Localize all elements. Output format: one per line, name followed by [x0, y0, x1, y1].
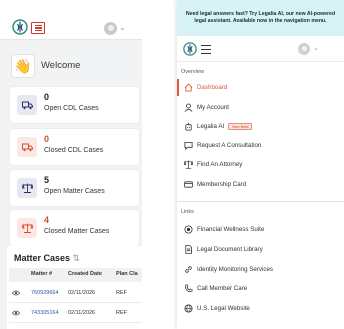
- matter-cases-title: Matter Cases: [14, 253, 71, 263]
- user-icon: [184, 103, 193, 112]
- hamburger-menu-icon[interactable]: [201, 45, 211, 54]
- eye-icon[interactable]: [12, 289, 20, 297]
- column-header[interactable]: Created Date: [68, 271, 102, 277]
- card-count: 0: [44, 134, 50, 144]
- nav-label: Membership Card: [197, 181, 247, 188]
- card-icon: [184, 181, 193, 188]
- scales-icon: [184, 160, 193, 169]
- nav-label: Dashboard: [197, 84, 228, 91]
- card-label: Open Matter Cases: [44, 188, 105, 195]
- brand-logo-icon[interactable]: [12, 19, 28, 35]
- nav-item-my-account[interactable]: My Account: [177, 99, 344, 116]
- top-bar: ⌄: [0, 0, 142, 40]
- nav-item-membership-card[interactable]: Membership Card: [177, 176, 344, 193]
- scales-icon: [17, 178, 37, 198]
- section-title: Matter Cases ⇅: [14, 253, 80, 264]
- divider: [177, 201, 344, 202]
- sort-icon[interactable]: ⇅: [73, 253, 81, 263]
- new-beta-badge: New Beta: [228, 123, 253, 130]
- card-label: Closed CDL Cases: [44, 147, 104, 154]
- scales-icon: [17, 218, 37, 238]
- nav-label: Call Member Care: [197, 285, 248, 292]
- plan-class: REF: [116, 290, 127, 296]
- nav-label: U.S. Legal Website: [197, 305, 250, 312]
- welcome-header: 👋 Welcome: [11, 54, 141, 78]
- card-count: 0: [44, 92, 50, 102]
- link-icon: [185, 266, 192, 273]
- chat-icon: [184, 141, 193, 150]
- eye-icon[interactable]: [12, 309, 20, 317]
- created-date: 02/11/2026: [68, 310, 96, 316]
- nav-item-dashboard[interactable]: Dashboard: [177, 79, 344, 96]
- active-indicator: [177, 79, 179, 96]
- table-row[interactable]: 743305164 02/11/2026 REF: [9, 304, 142, 323]
- nav-item-call-member-care[interactable]: Call Member Care: [177, 280, 344, 297]
- hamburger-menu-icon[interactable]: [31, 22, 45, 34]
- column-header[interactable]: Plan Cla: [116, 271, 138, 277]
- globe-icon: [184, 304, 193, 313]
- chevron-down-icon[interactable]: ⌄: [119, 23, 126, 32]
- column-header[interactable]: Matter #: [31, 271, 52, 277]
- nav-item-legalia-ai[interactable]: Legalia AI New Beta: [177, 118, 344, 135]
- closed-matter-cases-card[interactable]: 4 Closed Matter Cases: [10, 210, 139, 246]
- coin-icon: [184, 225, 193, 234]
- waving-hand-icon: 👋: [11, 54, 35, 78]
- legalia-promo-banner[interactable]: Need legal answers fast? Try Legalia AI,…: [177, 0, 344, 36]
- nav-label: Identity Monitoring Services: [197, 266, 274, 273]
- avatar[interactable]: [298, 43, 310, 55]
- open-matter-cases-card[interactable]: 5 Open Matter Cases: [10, 170, 139, 206]
- document-icon: [185, 245, 192, 254]
- card-label: Closed Matter Cases: [44, 228, 110, 235]
- navigation-drawer: Need legal answers fast? Try Legalia AI,…: [177, 0, 344, 329]
- nav-item-identity-monitoring[interactable]: Identity Monitoring Services: [177, 261, 344, 278]
- nav-item-us-legal-website[interactable]: U.S. Legal Website: [177, 300, 344, 317]
- nav-item-financial-wellness[interactable]: Financial Wellness Suite: [177, 221, 344, 238]
- plan-class: REF: [116, 310, 127, 316]
- section-label-links: Links: [181, 209, 194, 215]
- created-date: 02/11/2026: [68, 290, 96, 296]
- table-row[interactable]: 760929664 02/11/2026 REF: [9, 284, 142, 303]
- banner-text: Need legal answers fast? Try Legalia AI,…: [185, 11, 336, 24]
- chevron-down-icon[interactable]: ⌄: [313, 44, 319, 52]
- open-cdl-cases-card[interactable]: 0 Open CDL Cases: [10, 87, 139, 123]
- nav-item-request-consultation[interactable]: Request A Consultation: [177, 137, 344, 154]
- home-icon: [184, 83, 193, 92]
- matter-cases-table: Matter Cases ⇅ Matter # Created Date Pla…: [7, 246, 142, 329]
- matter-number-link[interactable]: 743305164: [31, 310, 59, 316]
- nav-label: Legalia AI: [197, 123, 225, 130]
- nav-label: Find An Attorney: [197, 161, 243, 168]
- dashboard-panel: ⌄ 👋 Welcome 0 Open CDL Cases 0 Closed CD…: [0, 0, 142, 329]
- phone-icon: [184, 284, 193, 292]
- nav-item-find-attorney[interactable]: Find An Attorney: [177, 156, 344, 173]
- nav-label: Request A Consultation: [197, 142, 262, 149]
- table-header: Matter # Created Date Plan Cla: [9, 268, 142, 282]
- closed-cdl-cases-card[interactable]: 0 Closed CDL Cases: [10, 129, 139, 165]
- robot-icon: [185, 122, 192, 131]
- welcome-text: Welcome: [41, 60, 81, 71]
- nav-label: My Account: [197, 104, 229, 111]
- nav-item-legal-document-library[interactable]: Legal Document Library: [177, 241, 344, 258]
- avatar[interactable]: [104, 22, 117, 35]
- brand-logo-icon[interactable]: [183, 42, 197, 56]
- truck-icon: [17, 95, 37, 115]
- nav-label: Financial Wellness Suite: [197, 226, 265, 233]
- card-count: 4: [44, 215, 50, 225]
- card-label: Open CDL Cases: [44, 105, 99, 112]
- truck-icon: [17, 137, 37, 157]
- nav-label: Legal Document Library: [197, 246, 263, 253]
- card-count: 5: [44, 175, 50, 185]
- matter-number-link[interactable]: 760929664: [31, 290, 59, 296]
- section-label-overview: Overview: [181, 69, 204, 75]
